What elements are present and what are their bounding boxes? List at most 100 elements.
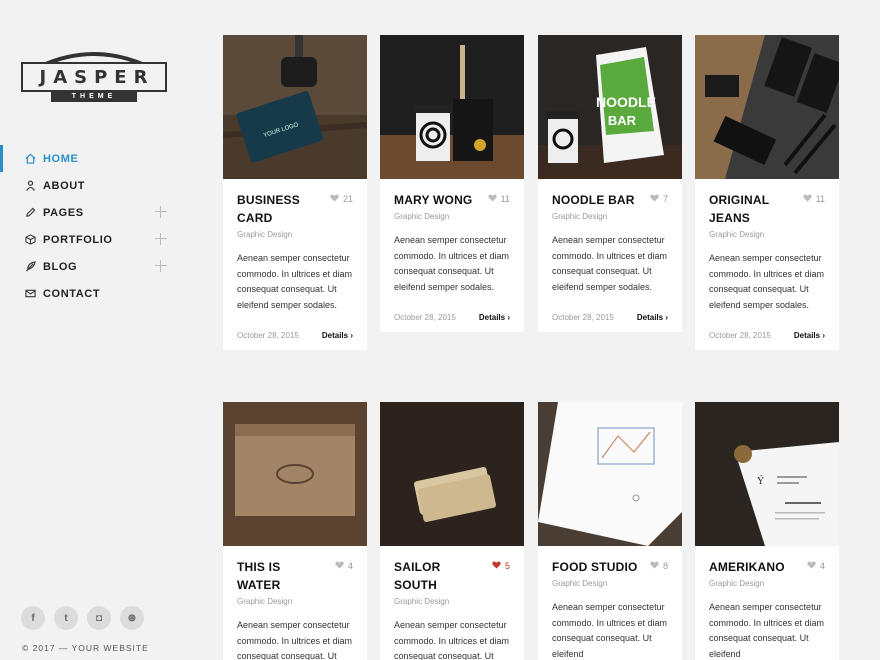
- portfolio-card[interactable]: NOODLE BAR NOODLE BAR 7 Graphic Design Aenean…: [538, 35, 682, 332]
- portfolio-card[interactable]: SAILOR SOUTH 5 Graphic Design Aenean semper …: [380, 402, 524, 660]
- details-link[interactable]: Details ›: [794, 331, 825, 340]
- nav-label: PORTFOLIO: [43, 233, 113, 246]
- like-count: 5: [504, 561, 510, 571]
- like-counter[interactable]: 4: [335, 558, 353, 594]
- card-category[interactable]: Graphic Design: [709, 230, 825, 239]
- sketch-paper-photo[interactable]: [538, 402, 682, 546]
- cube-icon: [24, 234, 36, 246]
- details-label: Details: [321, 331, 349, 340]
- card-title[interactable]: NOODLE BAR: [552, 191, 642, 209]
- nav-item-about[interactable]: ABOUT: [0, 172, 200, 199]
- portfolio-card[interactable]: ORIGINAL JEANS 11 Graphic Design Aenean semp…: [695, 35, 839, 350]
- details-label: Details: [478, 313, 506, 322]
- business-card-photo[interactable]: YOUR LOGO: [223, 35, 367, 179]
- like-counter[interactable]: 5: [492, 558, 510, 594]
- facebook-icon[interactable]: f: [21, 606, 45, 630]
- card-date: October 28, 2015: [709, 331, 771, 340]
- card-meta: October 28, 2015 Details ›: [237, 331, 353, 340]
- card-category[interactable]: Graphic Design: [237, 230, 353, 239]
- card-body: ORIGINAL JEANS 11 Graphic Design Aenean semp…: [695, 179, 839, 350]
- letterhead-photo[interactable]: Ý: [695, 402, 839, 546]
- like-counter[interactable]: 7: [650, 191, 668, 209]
- like-counter[interactable]: 4: [807, 558, 825, 576]
- user-icon: [24, 180, 36, 192]
- card-title[interactable]: BUSINESS CARD: [237, 191, 327, 227]
- card-description: Aenean semper consectetur commodo. In ul…: [552, 602, 668, 659]
- nav-label: ABOUT: [43, 179, 86, 192]
- pencil-icon: [24, 207, 36, 219]
- card-category[interactable]: Graphic Design: [552, 212, 668, 221]
- details-label: Details: [793, 331, 821, 340]
- portfolio-card[interactable]: YOUR LOGO BUSINESS CARD 21 Graphic Design Aen…: [223, 35, 367, 350]
- portfolio-card[interactable]: FOOD STUDIO 8 Graphic Design Aenean semper …: [538, 402, 682, 660]
- chevron-right-icon: ›: [507, 313, 510, 322]
- wood-cards-photo[interactable]: [380, 402, 524, 546]
- like-counter[interactable]: 11: [487, 191, 510, 209]
- like-counter[interactable]: 21: [330, 191, 353, 227]
- card-category[interactable]: Graphic Design: [552, 579, 668, 588]
- details-label: Details: [636, 313, 664, 322]
- card-body: NOODLE BAR 7 Graphic Design Aenean semper c…: [538, 179, 682, 332]
- nav-item-portfolio[interactable]: PORTFOLIO: [0, 226, 200, 253]
- portfolio-card[interactable]: Ý AMERIKANO 4 Graphic Design Aenean semper c…: [695, 402, 839, 660]
- instagram-icon[interactable]: ◘: [87, 606, 111, 630]
- dribbble-icon[interactable]: ⊛: [120, 606, 144, 630]
- card-title[interactable]: SAILOR SOUTH: [394, 558, 484, 594]
- card-title-line: SAILOR: [394, 560, 441, 574]
- details-link[interactable]: Details ›: [322, 331, 353, 340]
- card-header: THIS IS WATER 4: [237, 558, 353, 594]
- details-link[interactable]: Details ›: [479, 313, 510, 322]
- card-body: THIS IS WATER 4 Graphic Design Aenean semper…: [223, 546, 367, 660]
- noodle-bag-photo[interactable]: NOODLE BAR: [538, 35, 682, 179]
- card-category[interactable]: Graphic Design: [709, 579, 825, 588]
- svg-text:NOODLE: NOODLE: [596, 94, 656, 110]
- feather-icon: [24, 261, 36, 273]
- portfolio-card[interactable]: MARY WONG 11 Graphic Design Aenean semper c…: [380, 35, 524, 332]
- svg-text:Ý: Ý: [757, 475, 764, 487]
- cups-bag-photo[interactable]: [380, 35, 524, 179]
- card-header: MARY WONG 11: [394, 191, 510, 209]
- like-counter[interactable]: 11: [802, 191, 825, 227]
- card-title[interactable]: FOOD STUDIO: [552, 558, 642, 576]
- nav-item-blog[interactable]: BLOG: [0, 253, 200, 280]
- card-header: AMERIKANO 4: [709, 558, 825, 576]
- heart-icon: [650, 194, 659, 204]
- like-count: 11: [500, 194, 510, 204]
- nav-item-pages[interactable]: PAGES: [0, 199, 200, 226]
- card-header: SAILOR SOUTH 5: [394, 558, 510, 594]
- card-category[interactable]: Graphic Design: [237, 597, 353, 606]
- like-count: 4: [347, 561, 353, 571]
- nav-label: BLOG: [43, 260, 78, 273]
- nav-item-home[interactable]: HOME: [0, 145, 200, 172]
- heart-icon: [802, 194, 812, 204]
- like-count: 8: [662, 561, 668, 571]
- card-title[interactable]: THIS IS WATER: [237, 558, 327, 594]
- card-date: October 28, 2015: [237, 331, 299, 340]
- chevron-right-icon: ›: [822, 331, 825, 340]
- card-header: ORIGINAL JEANS 11: [709, 191, 825, 227]
- heart-icon: [492, 561, 501, 571]
- details-link[interactable]: Details ›: [637, 313, 668, 322]
- logo[interactable]: JASPER THEME: [21, 48, 168, 104]
- card-description: Aenean semper consectetur commodo. In ul…: [237, 253, 353, 310]
- plus-icon[interactable]: [155, 260, 167, 272]
- card-category[interactable]: Graphic Design: [394, 597, 510, 606]
- kraft-box-photo[interactable]: [223, 402, 367, 546]
- card-title[interactable]: ORIGINAL JEANS: [709, 191, 799, 227]
- card-category[interactable]: Graphic Design: [394, 212, 510, 221]
- card-date: October 28, 2015: [552, 313, 614, 322]
- card-title-line: WATER: [237, 578, 281, 592]
- portfolio-card[interactable]: THIS IS WATER 4 Graphic Design Aenean semper…: [223, 402, 367, 660]
- twitter-icon[interactable]: t: [54, 606, 78, 630]
- card-title[interactable]: AMERIKANO: [709, 558, 799, 576]
- like-counter[interactable]: 8: [650, 558, 668, 576]
- card-title-line: ORIGINAL: [709, 193, 770, 207]
- plus-icon[interactable]: [155, 206, 167, 218]
- stationery-photo[interactable]: [695, 35, 839, 179]
- plus-icon[interactable]: [155, 233, 167, 245]
- logo-box: JASPER: [21, 62, 167, 92]
- card-title-line: SOUTH: [394, 578, 437, 592]
- card-title[interactable]: MARY WONG: [394, 191, 484, 209]
- nav-item-contact[interactable]: CONTACT: [0, 280, 200, 307]
- card-meta: October 28, 2015 Details ›: [394, 313, 510, 322]
